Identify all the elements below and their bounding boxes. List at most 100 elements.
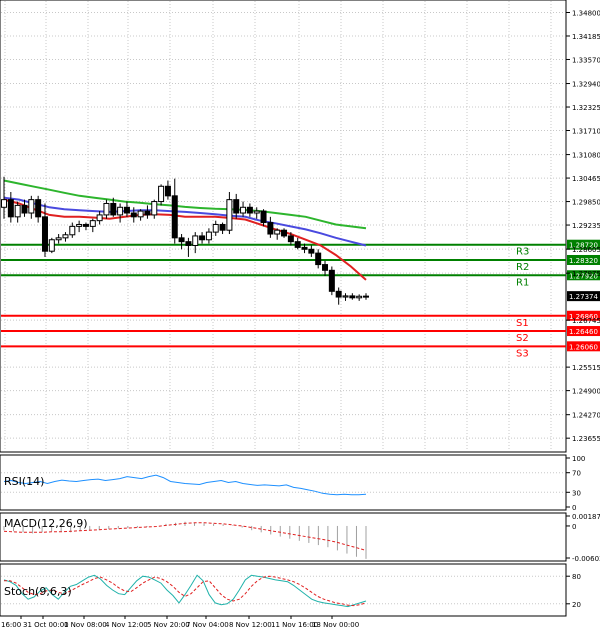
candle-body-29: [199, 235, 206, 241]
current-price-label: 1.27374: [569, 293, 598, 301]
time-tick-label-4: 5 Nov 20:00: [147, 621, 190, 629]
level-value-s3: 1.26060: [569, 343, 598, 351]
candle-body-19: [130, 212, 137, 218]
price-tick-label-16: 1.23655: [572, 435, 600, 443]
rsi-tick-label-3: 0: [572, 504, 576, 512]
level-name-r2: R2: [516, 262, 529, 273]
stoch-tick-label-1: 20: [572, 601, 581, 609]
candle-body-27: [185, 241, 192, 246]
stoch-tick-label-0: 80: [572, 573, 581, 581]
candle-body-16: [110, 202, 117, 216]
time-tick-label-0: 16:00: [1, 621, 21, 629]
candle-body-18: [123, 206, 130, 214]
candle-body-24: [164, 185, 171, 197]
candle-body-6: [41, 216, 48, 252]
candle-body-2: [14, 204, 21, 218]
price-tick-label-13: 1.25515: [572, 364, 600, 372]
candle-body-45: [308, 248, 315, 254]
price-tick-label-7: 1.30465: [572, 175, 600, 183]
candle-body-36: [246, 206, 253, 214]
level-name-r3: R3: [516, 247, 529, 258]
candle-body-41: [281, 229, 288, 237]
macd-label: MACD(12,26,9): [4, 517, 88, 530]
candle-body-25: [171, 195, 178, 239]
candle-body-53: [363, 295, 369, 298]
stoch-label: Stoch(9,6,3): [4, 585, 72, 598]
price-tick-label-9: 1.29235: [572, 222, 600, 230]
candle-body-15: [103, 202, 110, 216]
macd-tick-label-0: 0.001873: [572, 513, 600, 521]
candle-body-34: [233, 199, 240, 214]
level-name-s1: S1: [516, 318, 529, 329]
rsi-tick-label-1: 70: [572, 470, 581, 478]
price-tick-label-3: 1.32940: [572, 81, 600, 89]
candle-body-9: [62, 234, 69, 239]
candle-body-32: [219, 223, 226, 231]
candle-body-10: [69, 225, 76, 236]
candle-body-20: [137, 210, 144, 218]
candle-body-8: [55, 237, 62, 241]
candle-body-40: [274, 229, 281, 235]
candle-body-30: [205, 231, 212, 241]
candle-body-1: [7, 199, 14, 218]
candle-body-48: [328, 269, 335, 292]
level-name-s3: S3: [516, 348, 529, 359]
level-value-r2: 1.28320: [569, 257, 598, 265]
candle-body-23: [158, 185, 165, 203]
level-value-s2: 1.26460: [569, 328, 598, 336]
candle-body-35: [240, 206, 247, 214]
candle-body-44: [301, 246, 308, 250]
time-tick-label-2: 1 Nov 08:00: [64, 621, 107, 629]
candle-body-13: [89, 220, 96, 227]
price-tick-label-4: 1.32325: [572, 104, 600, 112]
time-tick-label-5: 7 Nov 04:00: [186, 621, 229, 629]
price-tick-label-1: 1.34185: [572, 33, 600, 41]
candle-body-22: [151, 201, 158, 216]
candle-body-3: [21, 204, 28, 214]
candle-body-52: [356, 295, 363, 299]
price-tick-label-6: 1.31080: [572, 152, 600, 160]
candle-body-21: [144, 210, 151, 216]
chart-canvas: R31.28720R21.28320R11.27920S11.26860S21.…: [0, 0, 600, 629]
time-tick-label-8: 13 Nov 00:00: [312, 621, 359, 629]
candle-body-51: [349, 295, 356, 299]
price-tick-label-12: 1.26745: [572, 317, 600, 325]
candle-body-7: [48, 239, 55, 252]
time-tick-label-1: 31 Oct 00:00: [23, 621, 69, 629]
candle-body-31: [212, 223, 219, 233]
time-axis: 16:00 31 Oct 00:001 Nov 08:004 Nov 12:00 5…: [1, 616, 359, 629]
candle-body-43: [294, 241, 301, 248]
rsi-label: RSI(14): [4, 475, 44, 488]
price-tick-label-14: 1.24900: [572, 388, 600, 396]
candle-body-33: [226, 199, 233, 231]
rsi-tick-label-2: 30: [572, 489, 581, 497]
candle-body-11: [76, 223, 83, 227]
candle-body-38: [260, 210, 267, 224]
candle-body-4: [28, 199, 35, 214]
level-name-s2: S2: [516, 333, 529, 344]
price-tick-label-8: 1.29850: [572, 199, 600, 207]
candle-body-26: [178, 237, 185, 243]
level-name-r1: R1: [516, 277, 529, 288]
stoch-panel: [0, 563, 567, 617]
price-tick-label-0: 1.34800: [572, 9, 600, 17]
rsi-tick-label-0: 100: [572, 455, 585, 463]
candle-body-39: [267, 222, 274, 235]
candle-body-14: [96, 214, 103, 222]
price-axis: 1.34800 1.34185 1.33570 1.32940 1.32325 1.317…: [566, 9, 600, 443]
rsi-panel: [0, 454, 567, 511]
candle-body-42: [287, 235, 294, 243]
candle-body-49: [335, 290, 342, 298]
price-tick-label-5: 1.31710: [572, 128, 600, 136]
price-tick-label-10: 1.28605: [572, 246, 600, 254]
price-tick-label-2: 1.33570: [572, 56, 600, 64]
candle-body-0: [1, 199, 7, 208]
candle-body-12: [82, 223, 89, 227]
price-tick-label-15: 1.24270: [572, 412, 600, 420]
macd-tick-label-1: 0: [572, 523, 576, 531]
price-tick-label-11: 1.27975: [572, 270, 600, 278]
candle-body-37: [253, 210, 260, 214]
candle-body-5: [35, 199, 42, 218]
candle-body-47: [322, 264, 329, 271]
candle-body-50: [342, 295, 349, 298]
